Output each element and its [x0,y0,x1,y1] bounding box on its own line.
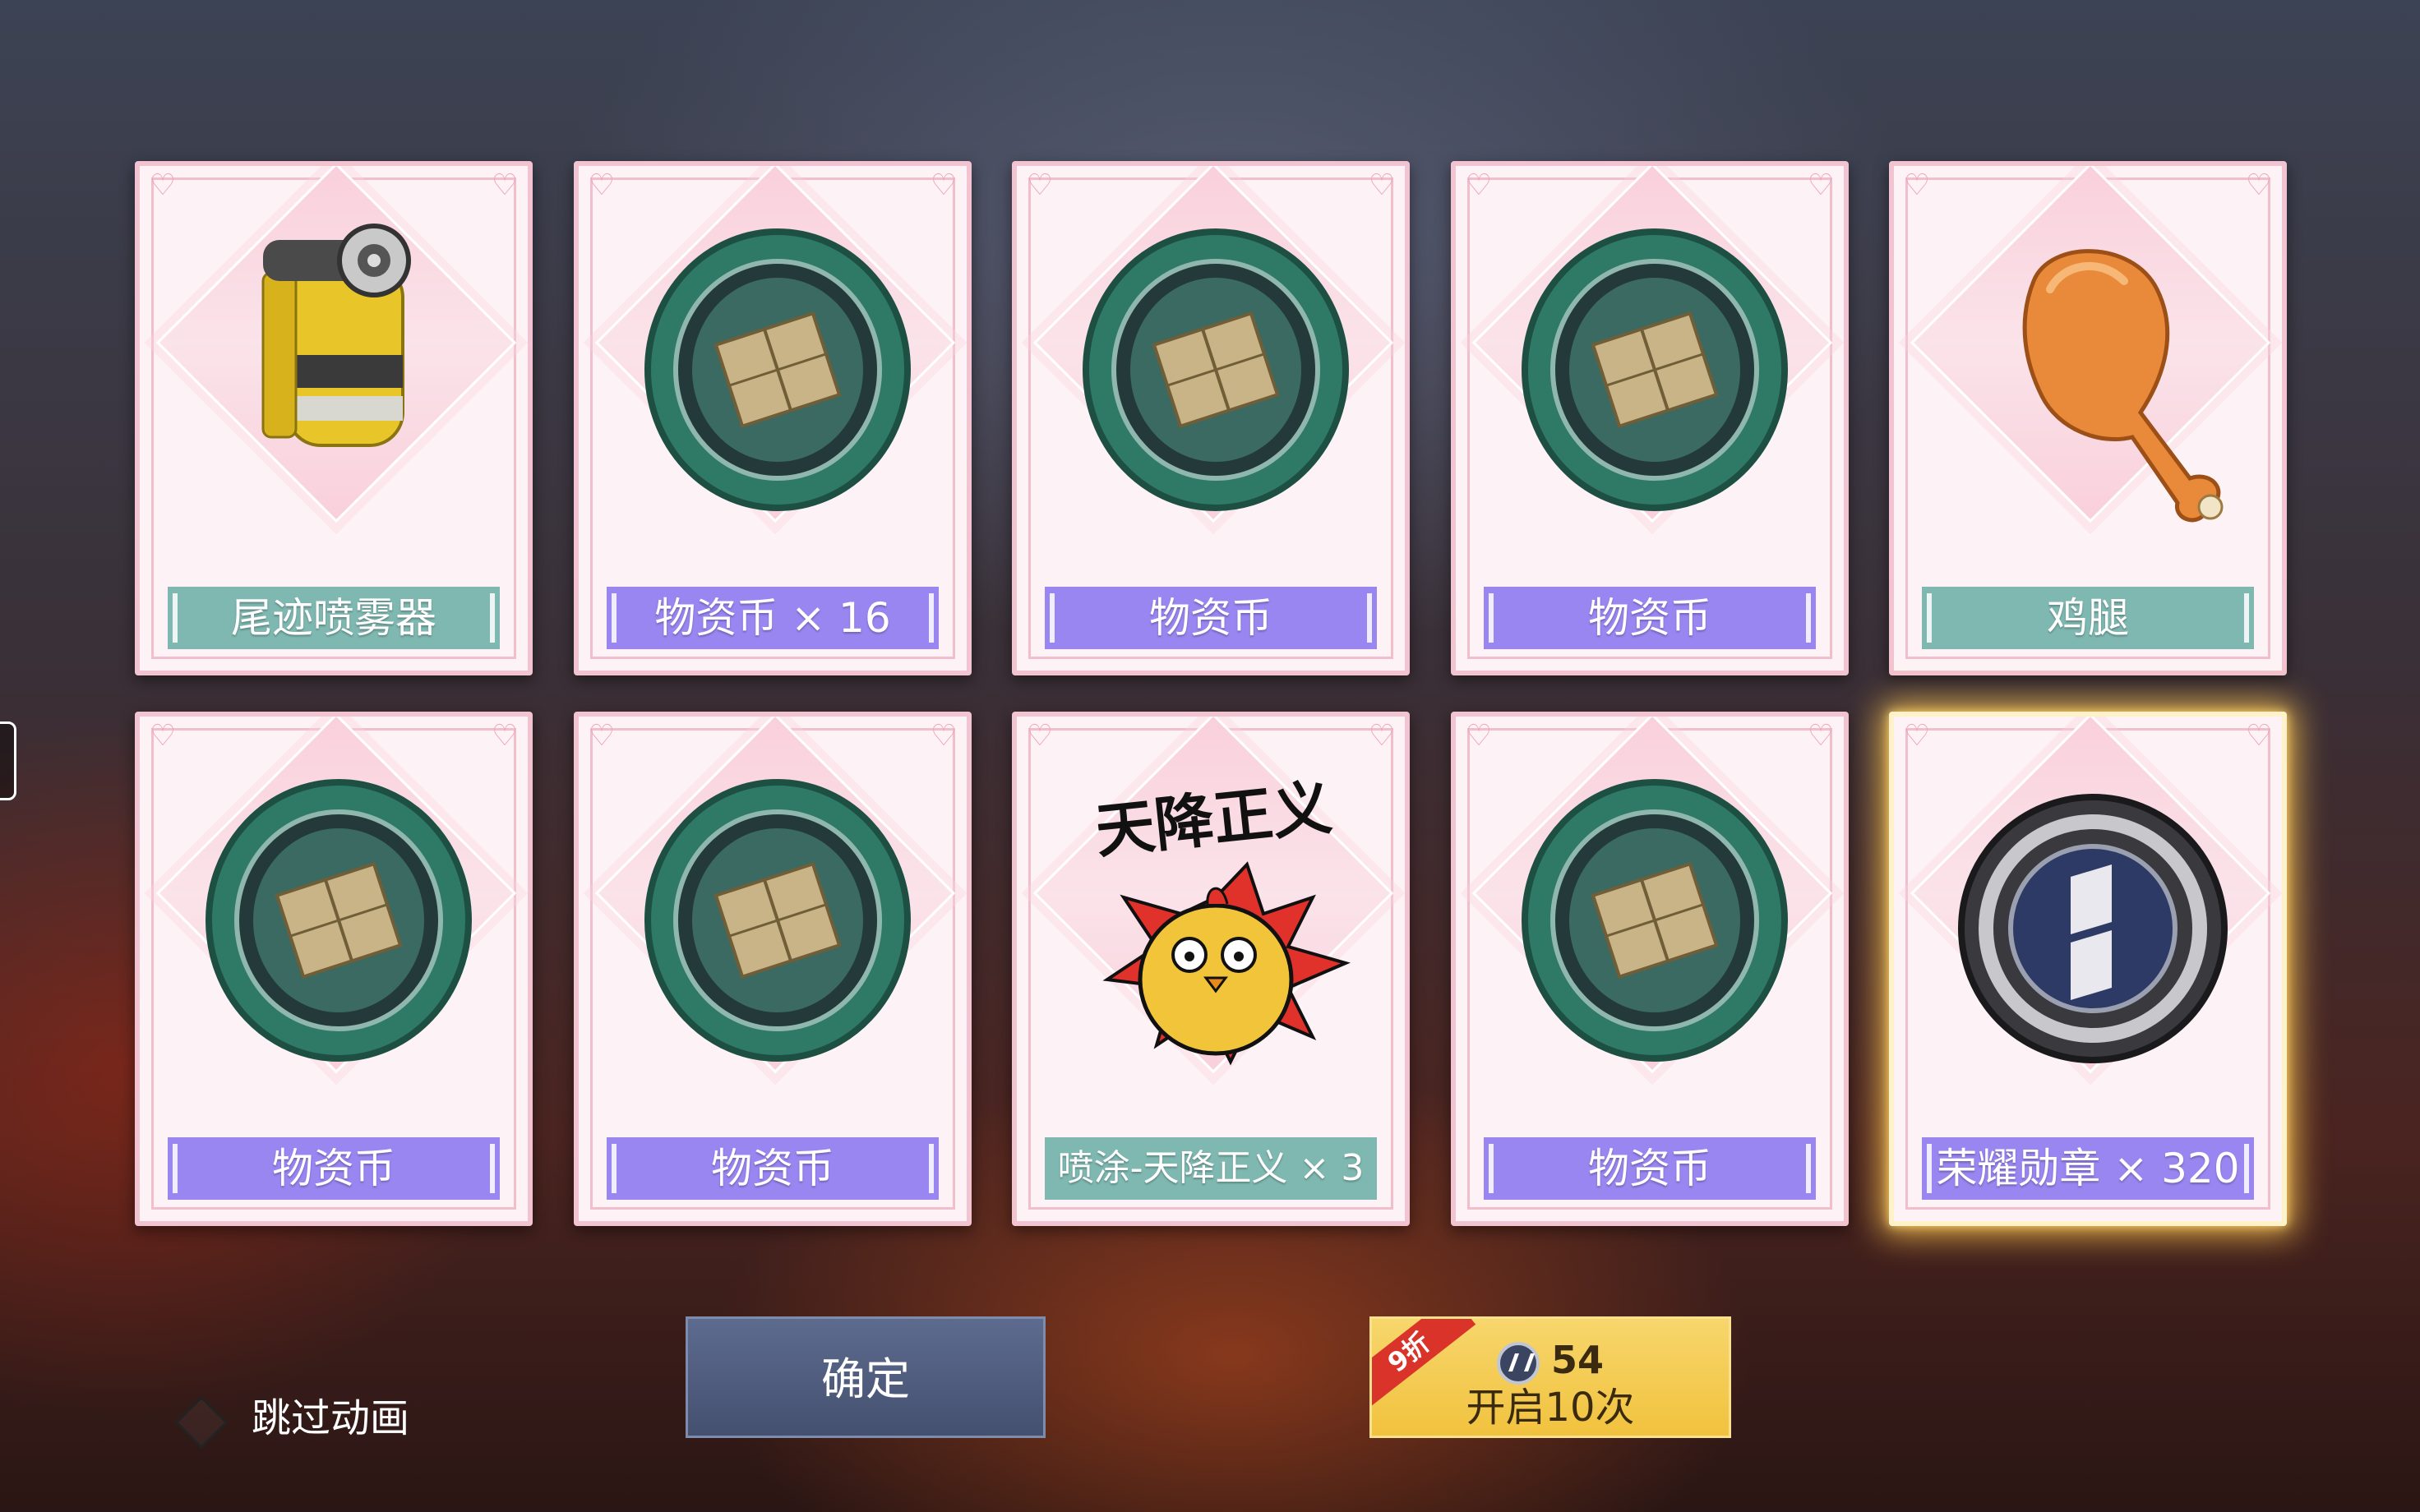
graffiti-sticker-icon: 天降正义 [1092,772,1351,1066]
reward-card[interactable]: ♡ ♡ 鸡腿 [1889,161,2287,675]
side-tab-handle[interactable] [0,721,16,800]
reward-label: 物资币 [1484,1137,1816,1200]
reward-label: 物资币 [1484,587,1816,649]
reward-label: 物资币 [1045,587,1377,649]
honor-medal-icon [1958,794,2228,1063]
reward-card[interactable]: ♡ ♡ 物资币 [574,712,972,1226]
supply-coin-icon [644,779,911,1062]
cost-row: 54 [1372,1337,1729,1385]
reward-grid: ♡ ♡ 尾迹喷雾器 ♡ ♡ 物资币 × 16 ♡ ♡ 物资币 ♡ ♡ 物资币 ♡… [0,0,2420,1512]
supply-coin-icon [1522,779,1788,1062]
open-ten-label: 开启10次 [1466,1385,1635,1431]
reward-label: 物资币 [607,1137,939,1200]
reward-card[interactable]: ♡ ♡ 物资币 × 16 [574,161,972,675]
chicken-drumstick-icon [2022,249,2224,523]
reward-card[interactable]: ♡ ♡ 尾迹喷雾器 [135,161,533,675]
reward-label: 物资币 × 16 [607,587,939,649]
skip-animation-label: 跳过动画 [252,1395,410,1441]
reward-label: 荣耀勋章 × 320 [1922,1137,2254,1200]
confirm-button[interactable]: 确定 [686,1316,1046,1438]
reward-card-highlight[interactable]: ♡ ♡ 荣耀勋章 × 320 [1889,712,2287,1226]
reward-label: 鸡腿 [1922,587,2254,649]
reward-label: 物资币 [168,1137,500,1200]
reward-label: 喷涂-天降正义 × 3 [1045,1137,1377,1200]
reward-card[interactable]: ♡ ♡ 天降正义 喷涂-天降正义 × 3 [1012,712,1410,1226]
medal-coin-icon [1496,1341,1540,1385]
reward-card[interactable]: ♡ ♡ 物资币 [1012,161,1410,675]
reward-label: 尾迹喷雾器 [168,587,500,649]
supply-coin-icon [1083,228,1349,511]
spray-canister-icon [261,224,411,447]
reward-card[interactable]: ♡ ♡ 物资币 [1451,712,1849,1226]
cost-value: 54 [1550,1338,1604,1382]
reward-card[interactable]: ♡ ♡ 物资币 [135,712,533,1226]
supply-coin-icon [644,228,911,511]
reward-card[interactable]: ♡ ♡ 物资币 [1451,161,1849,675]
open-ten-button[interactable]: 9折 54 开启10次 [1369,1316,1731,1438]
supply-coin-icon [206,779,472,1062]
sticker-text: 天降正义 [1092,772,1335,866]
supply-coin-icon [1522,228,1788,511]
